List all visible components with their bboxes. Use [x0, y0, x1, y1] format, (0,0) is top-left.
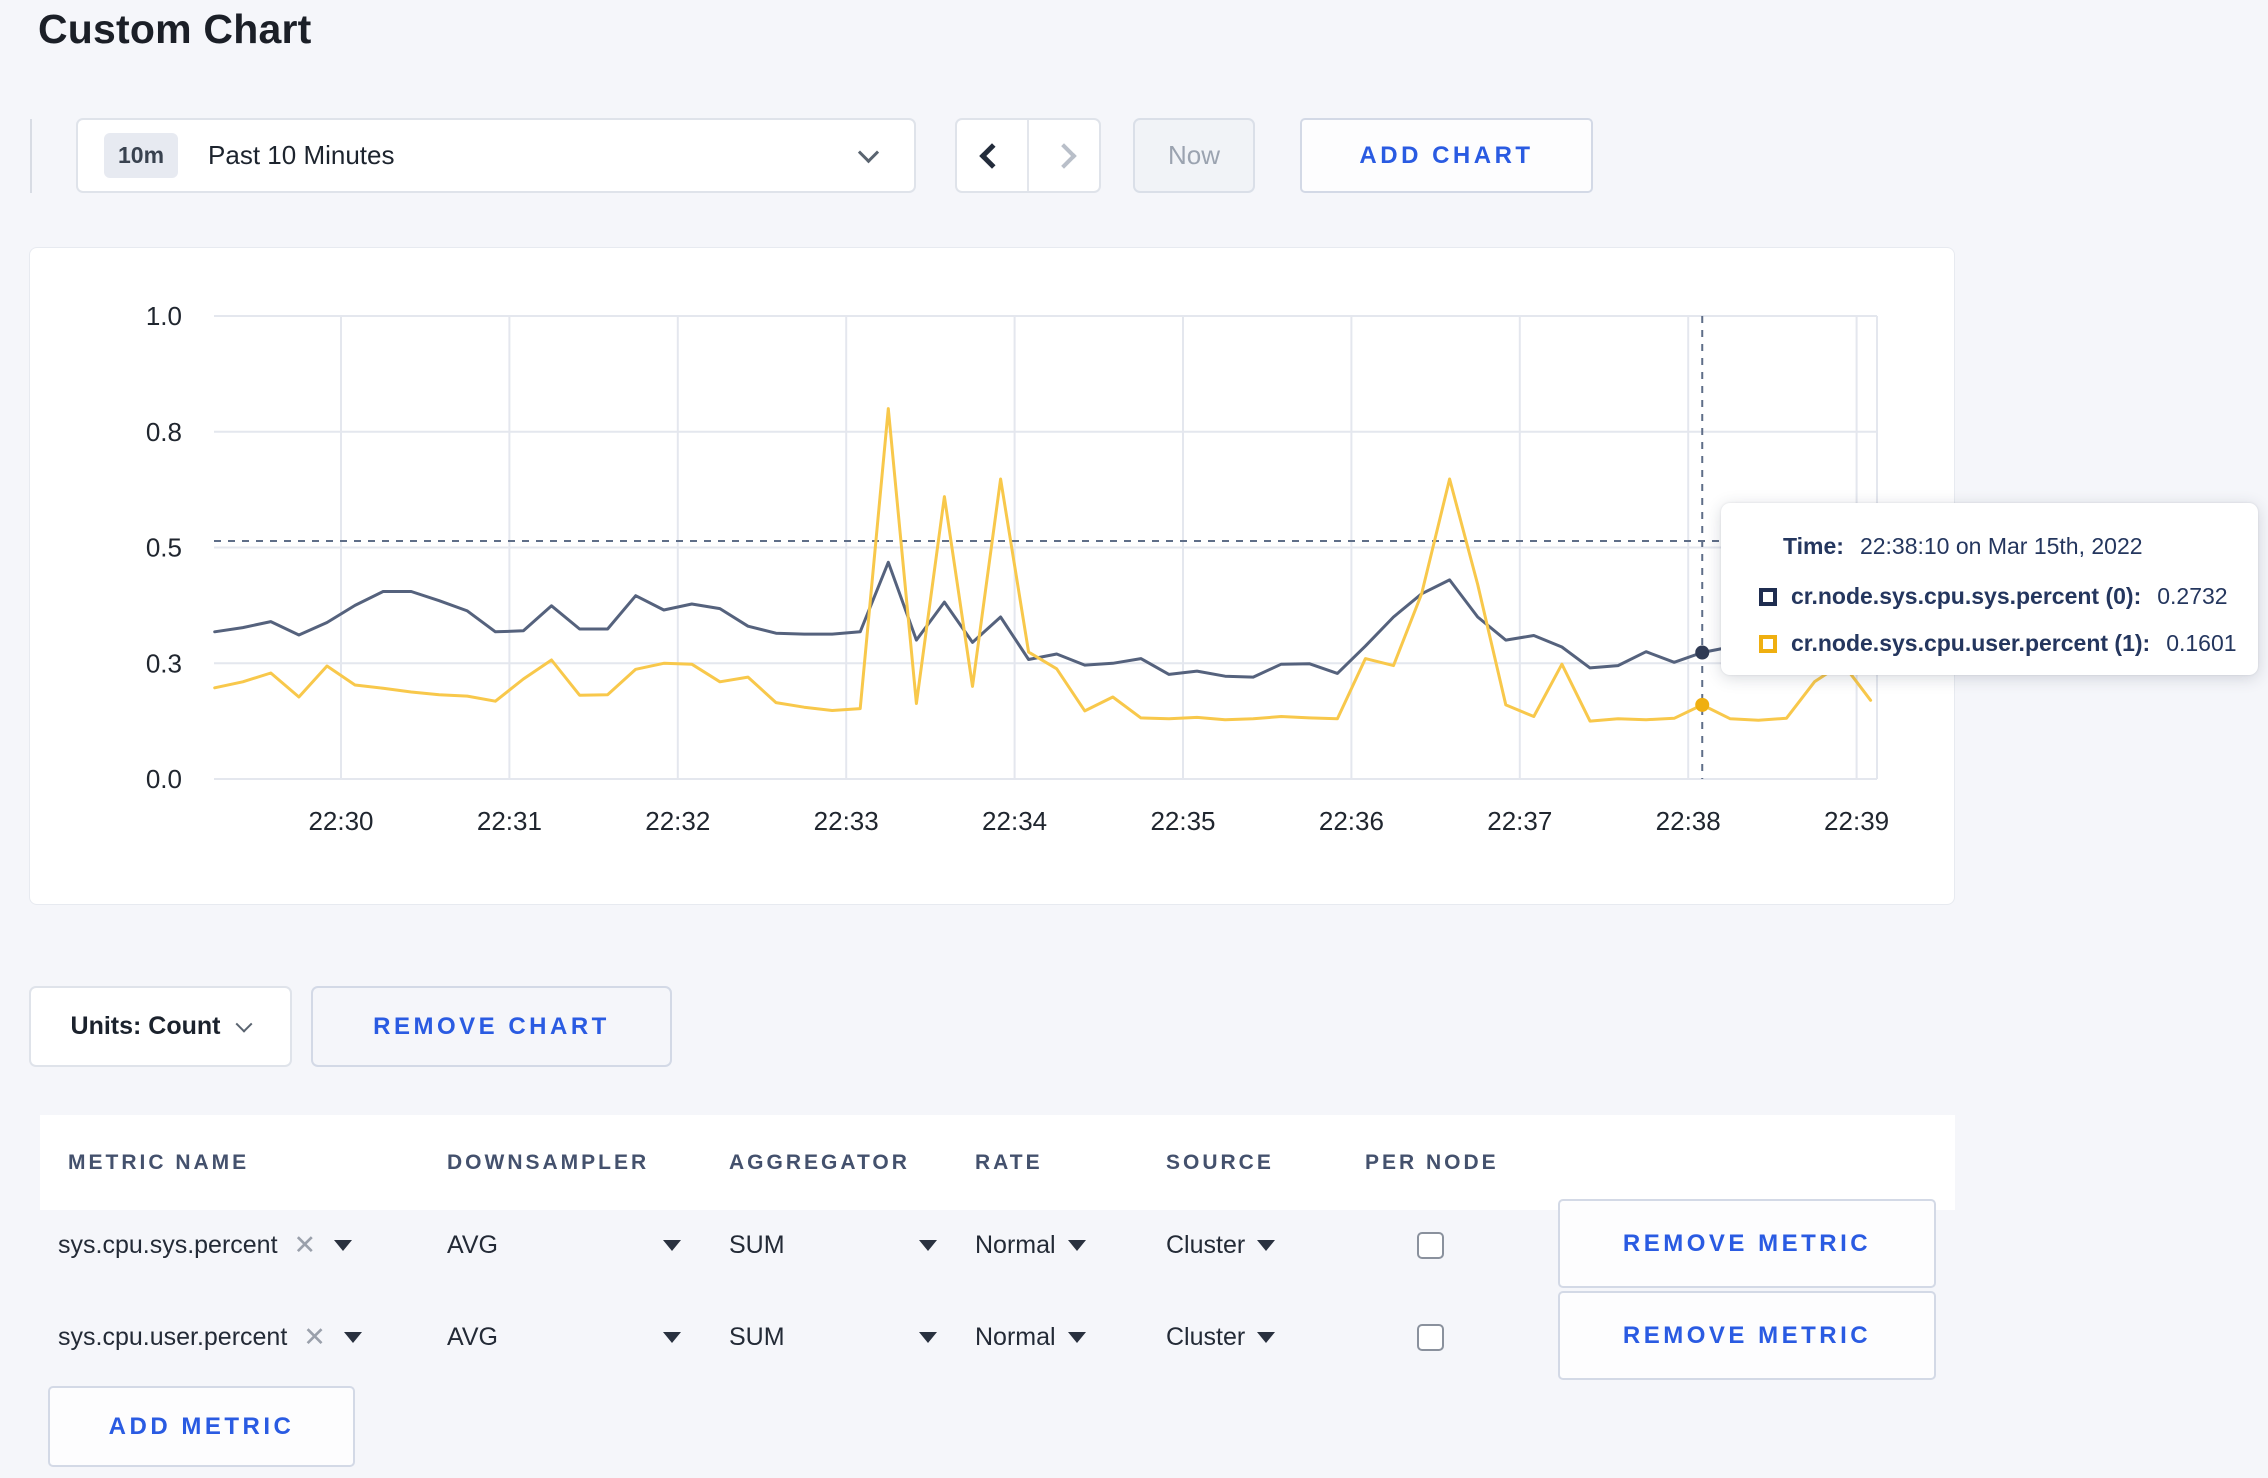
aggregator-select[interactable]: SUM: [729, 1293, 937, 1381]
rate-value: Normal: [975, 1230, 1056, 1259]
dropdown-arrow-icon: [1067, 1239, 1086, 1251]
chart-card: 1.0 0.8 0.5 0.3 0.0 22:30 22:31 22:32 22:33 22:34…: [29, 247, 1955, 905]
per-node-cell: [1417, 1201, 1444, 1289]
column-header-metric-name: METRIC NAME: [68, 1151, 250, 1174]
rate-select[interactable]: Normal: [975, 1201, 1086, 1289]
downsampler-value: AVG: [447, 1230, 498, 1259]
page-title: Custom Chart: [38, 6, 312, 52]
time-window-badge: 10m: [104, 133, 179, 178]
user-series-swatch-icon: [1759, 634, 1777, 653]
aggregator-select[interactable]: SUM: [729, 1201, 937, 1289]
source-value: Cluster: [1166, 1230, 1246, 1259]
tooltip-series-value: 0.1601: [2166, 630, 2237, 656]
custom-chart-page: Custom Chart 10m Past 10 Minutes Now ADD…: [0, 0, 2268, 1478]
chevron-left-icon: [979, 142, 1005, 169]
time-window-select[interactable]: 10m Past 10 Minutes: [76, 118, 916, 193]
dropdown-arrow-icon: [919, 1239, 937, 1251]
source-select[interactable]: Cluster: [1166, 1293, 1276, 1381]
svg-text:22:38: 22:38: [1656, 806, 1721, 836]
tooltip-series-value: 0.2732: [2157, 583, 2228, 609]
chevron-right-icon: [1051, 142, 1077, 169]
tooltip-time-label: Time:: [1783, 533, 1844, 559]
cpu-line-chart[interactable]: 1.0 0.8 0.5 0.3 0.0 22:30 22:31 22:32 22:33 22:34…: [30, 248, 1956, 906]
units-select-label: Units: Count: [70, 1012, 221, 1040]
svg-text:22:34: 22:34: [982, 806, 1047, 836]
clear-metric-icon[interactable]: ✕: [294, 1230, 317, 1261]
tooltip-series-row: cr.node.sys.cpu.user.percent (1): 0.1601: [1759, 630, 2237, 657]
dropdown-arrow-icon: [919, 1331, 937, 1343]
prev-time-button[interactable]: [957, 120, 1027, 191]
rate-value: Normal: [975, 1322, 1056, 1351]
column-header-aggregator: AGGREGATOR: [729, 1151, 910, 1174]
clear-metric-icon[interactable]: ✕: [303, 1322, 326, 1353]
dropdown-arrow-icon: [1067, 1331, 1086, 1343]
metrics-table-header: METRIC NAME DOWNSAMPLER AGGREGATOR RATE …: [40, 1115, 1955, 1210]
dropdown-arrow-icon: [663, 1331, 681, 1343]
tooltip-time-value: 22:38:10 on Mar 15th, 2022: [1859, 533, 2143, 559]
svg-text:22:32: 22:32: [645, 806, 710, 836]
units-select[interactable]: Units: Count: [29, 986, 292, 1067]
dropdown-arrow-icon: [1257, 1239, 1276, 1251]
add-metric-button[interactable]: ADD METRIC: [48, 1386, 355, 1467]
svg-text:22:36: 22:36: [1319, 806, 1384, 836]
add-chart-button[interactable]: ADD CHART: [1300, 118, 1593, 193]
column-header-rate: RATE: [975, 1151, 1043, 1174]
tooltip-time-row: Time: 22:38:10 on Mar 15th, 2022: [1783, 533, 2143, 560]
chevron-down-icon: [235, 1015, 253, 1033]
aggregator-value: SUM: [729, 1230, 785, 1259]
remove-chart-button[interactable]: REMOVE CHART: [311, 986, 672, 1067]
aggregator-value: SUM: [729, 1322, 785, 1351]
now-button[interactable]: Now: [1133, 118, 1255, 193]
svg-text:22:33: 22:33: [814, 806, 879, 836]
rate-select[interactable]: Normal: [975, 1293, 1086, 1381]
column-header-downsampler: DOWNSAMPLER: [447, 1151, 650, 1174]
svg-text:22:37: 22:37: [1487, 806, 1552, 836]
svg-text:22:30: 22:30: [308, 806, 373, 836]
source-value: Cluster: [1166, 1322, 1246, 1351]
tooltip-series-name: cr.node.sys.cpu.user.percent (1):: [1791, 630, 2151, 656]
time-step-buttons: [955, 118, 1101, 193]
per-node-checkbox[interactable]: [1417, 1231, 1444, 1259]
per-node-checkbox[interactable]: [1417, 1323, 1444, 1351]
metric-name-value: sys.cpu.user.percent: [58, 1322, 288, 1351]
tooltip-series-row: cr.node.sys.cpu.sys.percent (0): 0.2732: [1759, 583, 2228, 610]
per-node-cell: [1417, 1293, 1444, 1381]
svg-text:0.0: 0.0: [146, 764, 182, 794]
remove-metric-button[interactable]: REMOVE METRIC: [1558, 1199, 1936, 1288]
chevron-down-icon: [857, 142, 880, 164]
svg-text:22:31: 22:31: [477, 806, 542, 836]
sys-series-swatch-icon: [1759, 587, 1777, 606]
remove-metric-button[interactable]: REMOVE METRIC: [1558, 1291, 1936, 1380]
tooltip-series-name: cr.node.sys.cpu.sys.percent (0):: [1791, 583, 2142, 609]
svg-text:0.8: 0.8: [146, 417, 182, 447]
dropdown-arrow-icon: [334, 1239, 353, 1251]
metric-row: sys.cpu.sys.percent ✕ AVG SUM Normal Clu…: [40, 1199, 1955, 1289]
svg-text:0.3: 0.3: [146, 648, 182, 678]
column-header-per-node: PER NODE: [1365, 1151, 1499, 1174]
svg-text:22:35: 22:35: [1150, 806, 1215, 836]
downsampler-select[interactable]: AVG: [447, 1293, 681, 1381]
next-time-button[interactable]: [1027, 120, 1099, 191]
time-window-label: Past 10 Minutes: [208, 140, 395, 170]
svg-text:0.5: 0.5: [146, 533, 182, 563]
downsampler-value: AVG: [447, 1322, 498, 1351]
column-header-source: SOURCE: [1166, 1151, 1274, 1174]
dropdown-arrow-icon: [1257, 1331, 1276, 1343]
svg-text:22:39: 22:39: [1824, 806, 1889, 836]
metric-row: sys.cpu.user.percent ✕ AVG SUM Normal Cl…: [40, 1291, 1955, 1381]
metric-name-select[interactable]: sys.cpu.sys.percent ✕: [58, 1201, 353, 1289]
chart-tooltip: Time: 22:38:10 on Mar 15th, 2022 cr.node…: [1721, 503, 2258, 675]
dropdown-arrow-icon: [343, 1331, 362, 1343]
dropdown-arrow-icon: [663, 1239, 681, 1251]
source-select[interactable]: Cluster: [1166, 1201, 1276, 1289]
metric-name-select[interactable]: sys.cpu.user.percent ✕: [58, 1293, 362, 1381]
metric-name-value: sys.cpu.sys.percent: [58, 1230, 278, 1259]
toolbar-divider: [30, 119, 32, 193]
svg-text:1.0: 1.0: [146, 301, 182, 331]
downsampler-select[interactable]: AVG: [447, 1201, 681, 1289]
